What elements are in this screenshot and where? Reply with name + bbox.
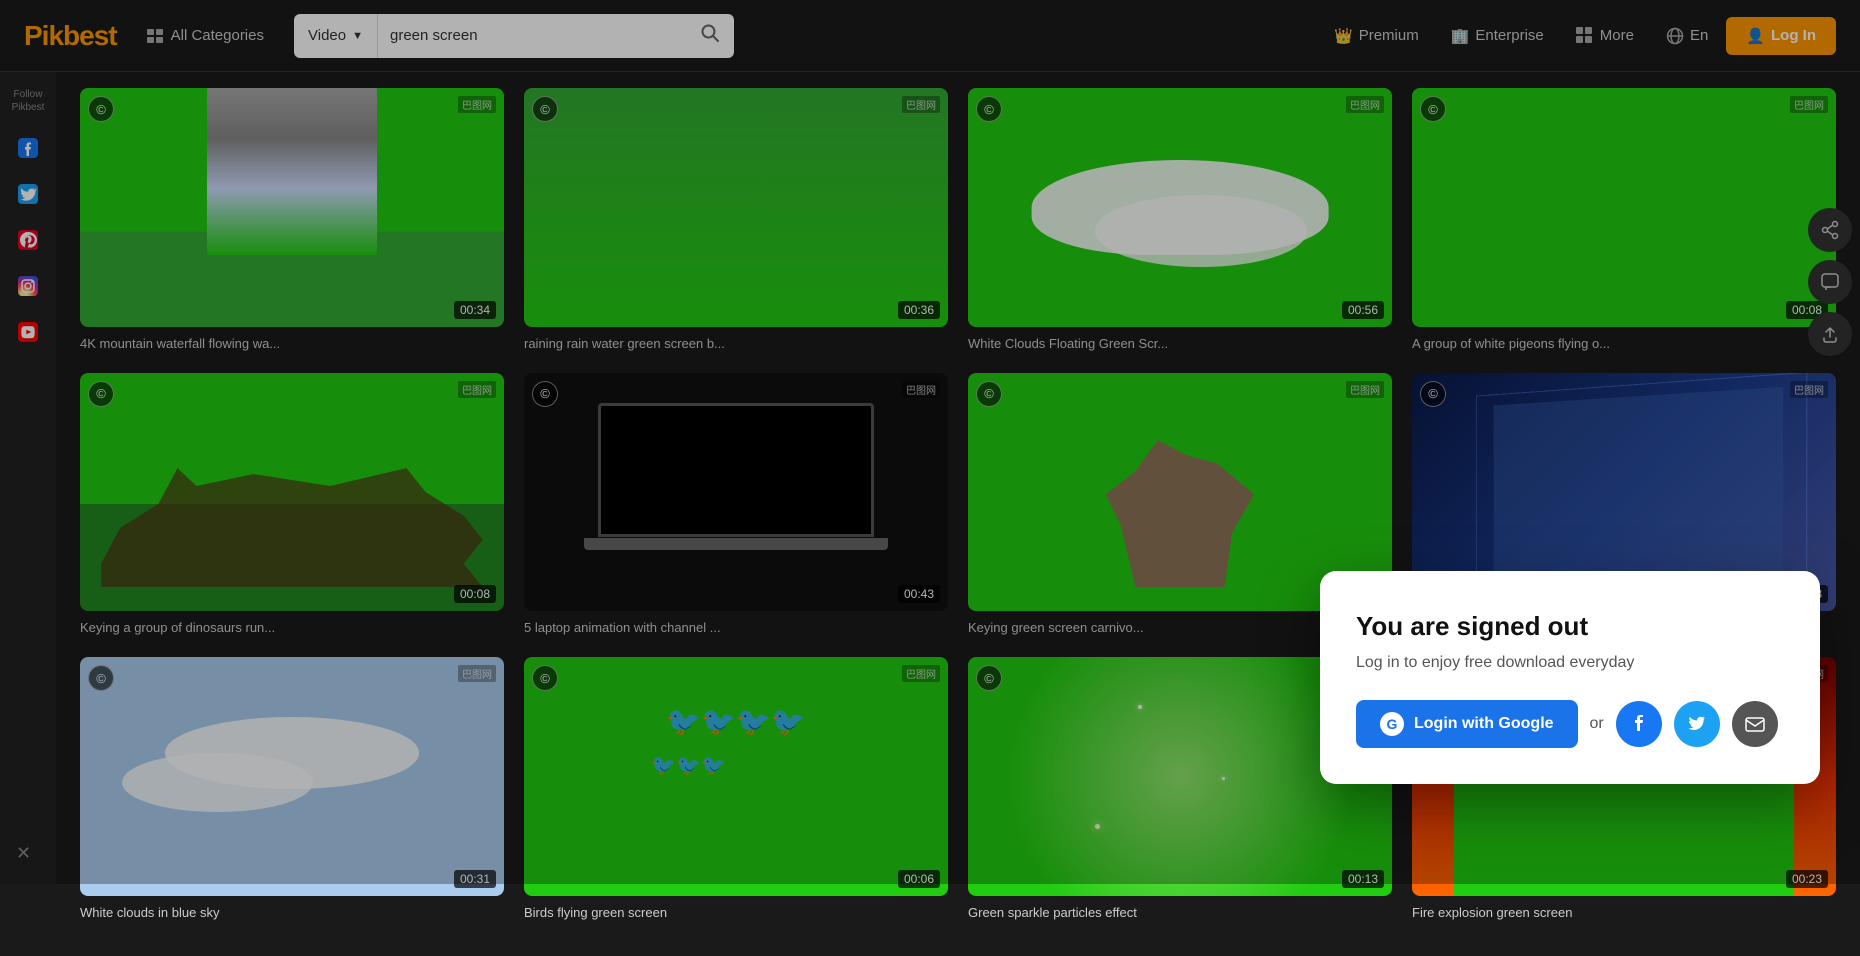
email-icon: [1744, 713, 1766, 735]
twitter-icon: [1686, 713, 1708, 735]
twitter-login-button[interactable]: [1674, 701, 1720, 747]
popup-actions: G Login with Google or: [1356, 700, 1784, 748]
google-icon: G: [1380, 712, 1404, 736]
video-title: Fire explosion green screen: [1412, 904, 1836, 922]
email-login-button[interactable]: [1732, 701, 1778, 747]
video-title: Green sparkle particles effect: [968, 904, 1392, 922]
popup-subtitle: Log in to enjoy free download everyday: [1356, 654, 1784, 672]
facebook-icon: [1628, 713, 1650, 735]
signin-popup: You are signed out Log in to enjoy free …: [1320, 571, 1820, 784]
google-login-button[interactable]: G Login with Google: [1356, 700, 1578, 748]
google-login-label: Login with Google: [1414, 715, 1554, 733]
video-title: Birds flying green screen: [524, 904, 948, 922]
or-text: or: [1590, 715, 1604, 733]
popup-title: You are signed out: [1356, 611, 1784, 642]
video-title: White clouds in blue sky: [80, 904, 504, 922]
facebook-login-button[interactable]: [1616, 701, 1662, 747]
popup-overlay[interactable]: You are signed out Log in to enjoy free …: [0, 0, 1860, 884]
